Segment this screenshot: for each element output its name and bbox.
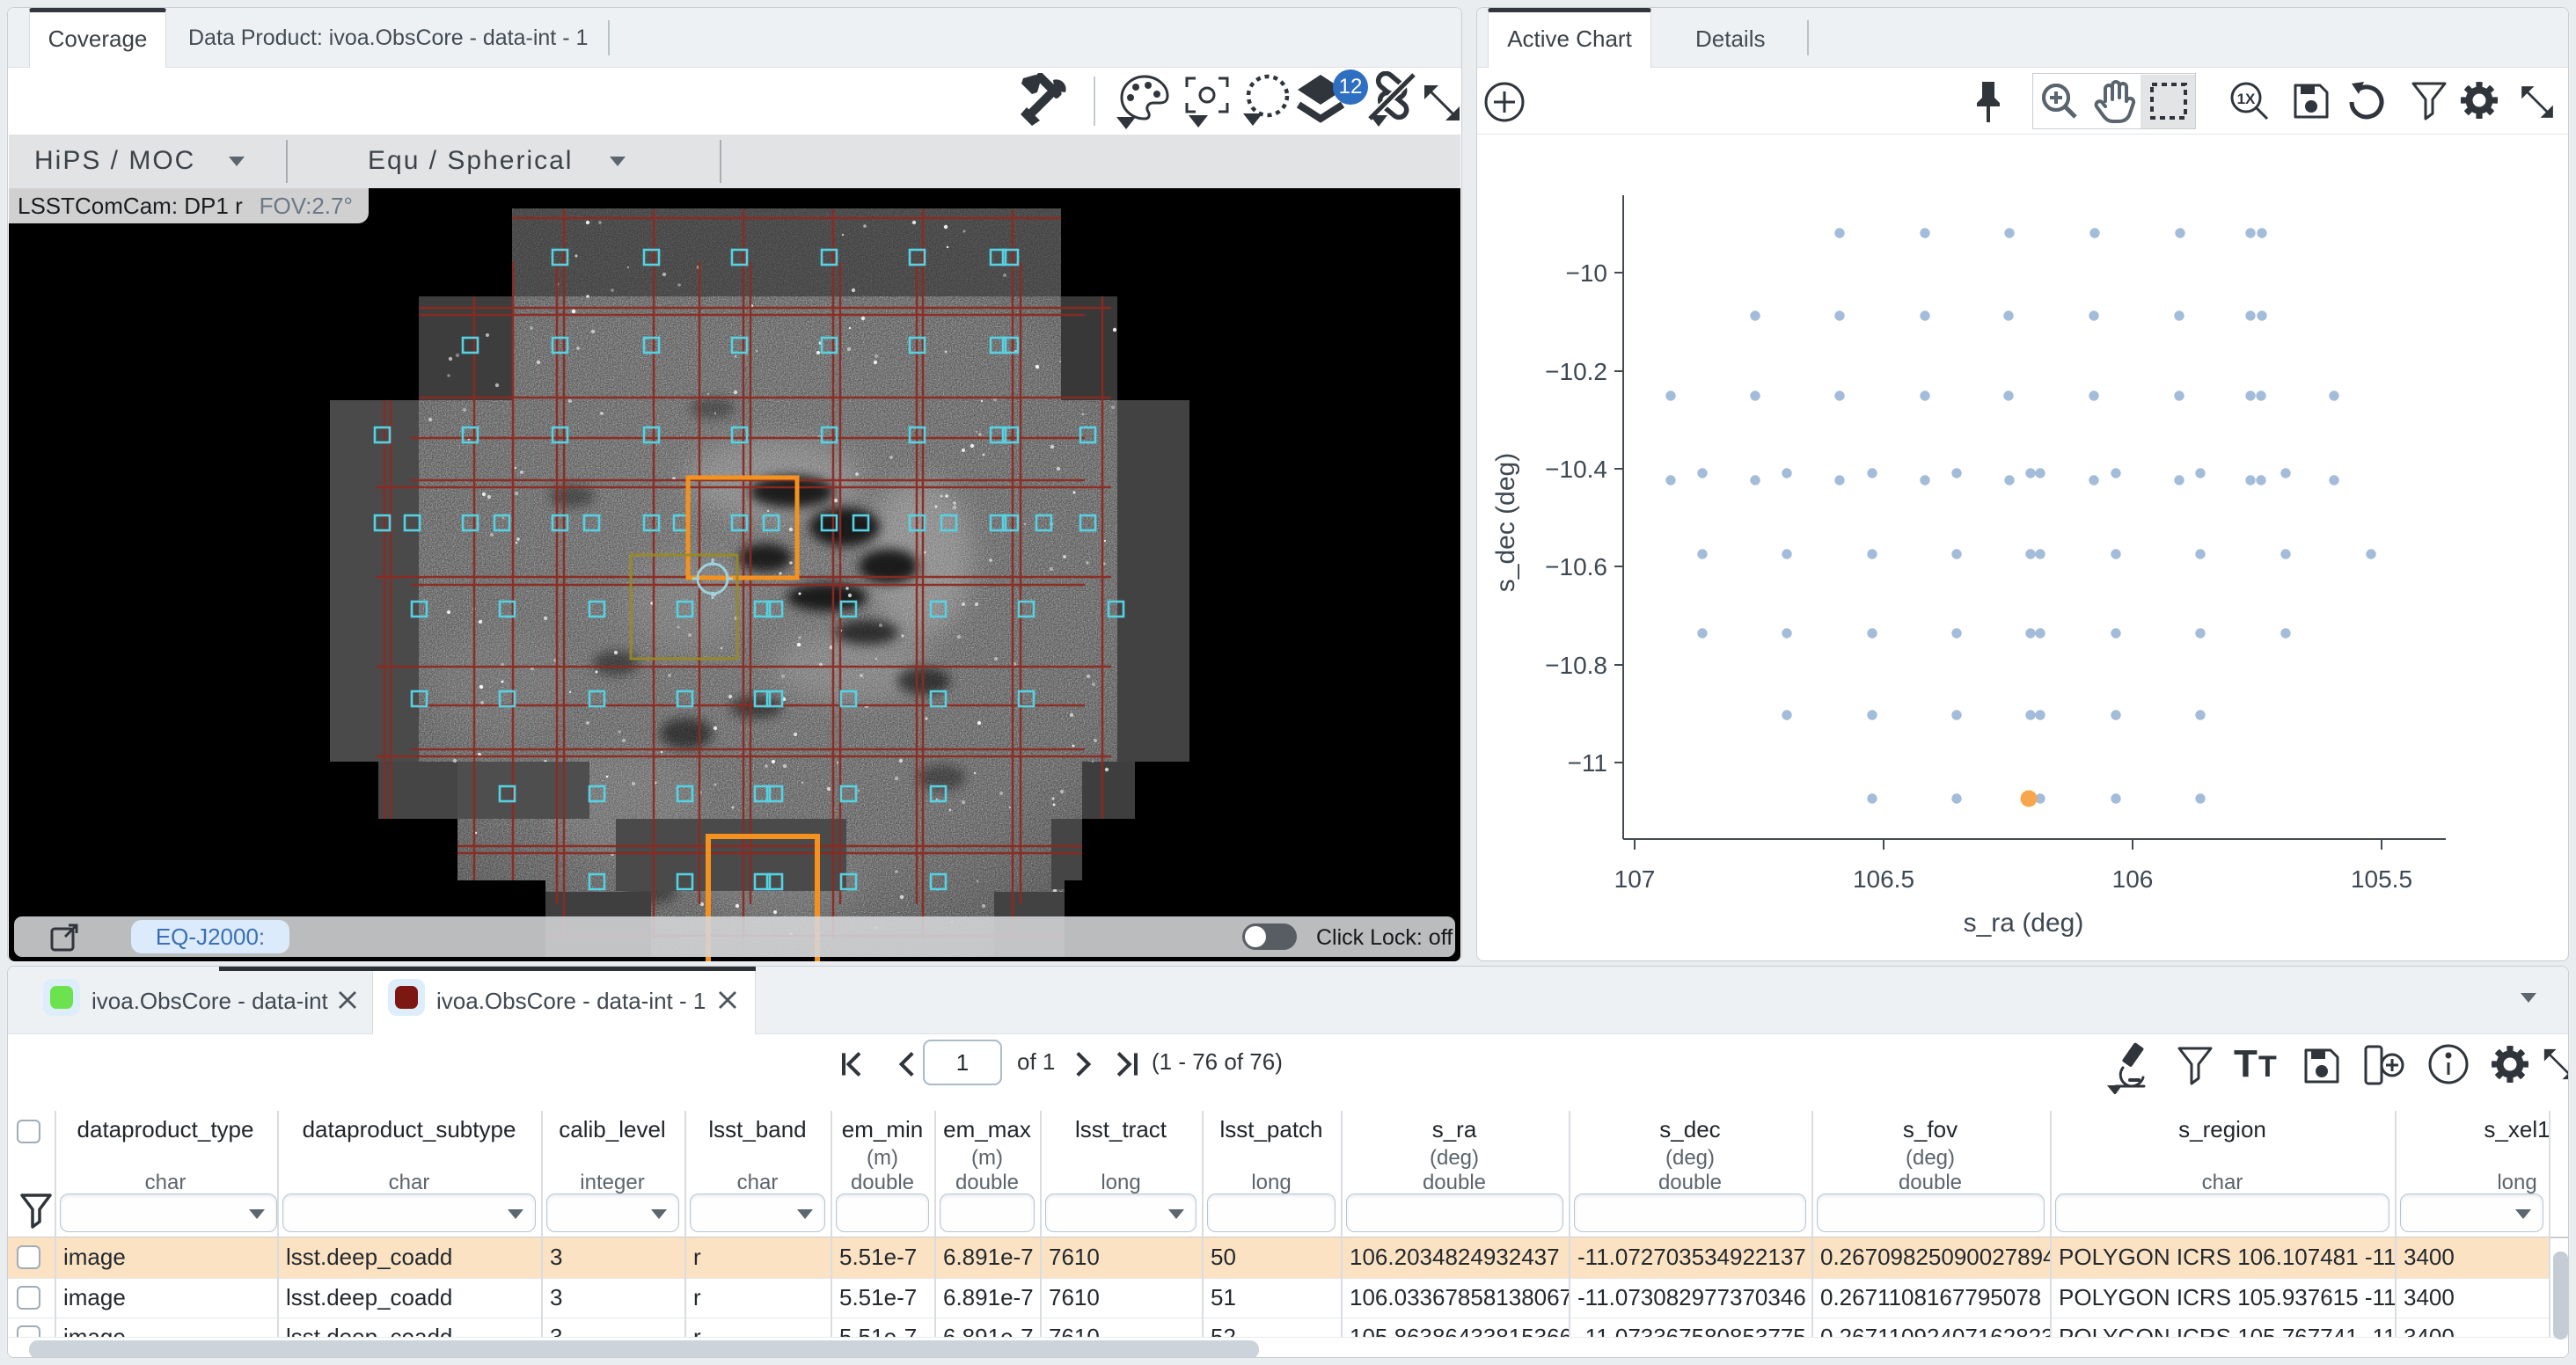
svg-text:s_dec (deg): s_dec (deg)	[1491, 453, 1520, 592]
svg-text:−10.6: −10.6	[1545, 553, 1607, 580]
svg-text:T: T	[2234, 1043, 2258, 1085]
svg-text:105.5: 105.5	[2351, 865, 2412, 893]
svg-text:−10.2: −10.2	[1545, 358, 1607, 385]
svg-text:107: 107	[1614, 865, 1656, 893]
svg-text:T: T	[2258, 1050, 2277, 1084]
svg-text:s_ra (deg): s_ra (deg)	[1964, 909, 2084, 938]
svg-text:−11: −11	[1568, 749, 1607, 777]
svg-text:1X: 1X	[2237, 91, 2256, 107]
svg-text:−10.4: −10.4	[1545, 456, 1607, 483]
svg-text:−10: −10	[1566, 259, 1608, 287]
svg-text:106.5: 106.5	[1853, 865, 1914, 893]
svg-text:106: 106	[2112, 865, 2154, 893]
svg-text:−10.8: −10.8	[1545, 652, 1607, 679]
